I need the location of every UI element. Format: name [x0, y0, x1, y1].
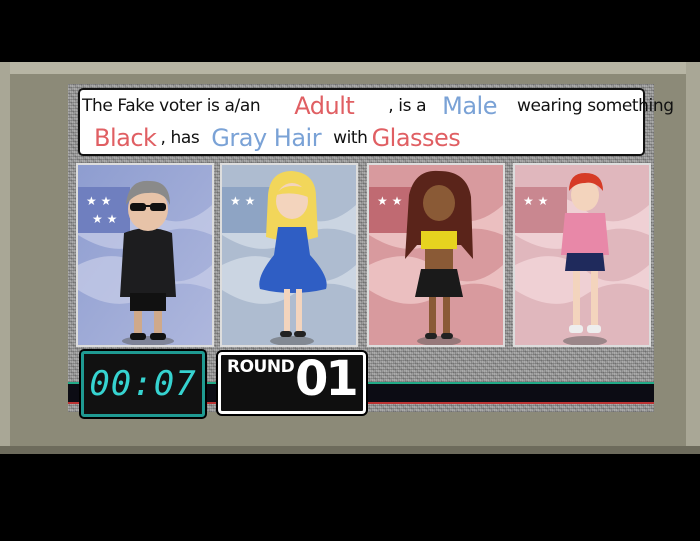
svg-text:★ ★: ★ ★ [377, 194, 402, 208]
countdown-timer: 00:07 [81, 351, 205, 417]
tv-frame-bevel-right [686, 62, 700, 454]
candidate-card-1[interactable]: ★ ★ ★ ★ [76, 163, 214, 347]
candidate-card-2[interactable]: ★ ★ [220, 163, 358, 347]
clue-accessory: Glasses [371, 124, 461, 152]
candidate-card-3[interactable]: ★ ★ [367, 163, 505, 347]
svg-text:★ ★: ★ ★ [86, 194, 111, 208]
gray-hair-sunglasses-man-icon: ★ ★ ★ ★ [78, 165, 212, 345]
clue-color: Black [94, 124, 157, 152]
round-indicator: ROUND 01 [218, 351, 366, 414]
clue-gender: Male [442, 92, 497, 120]
tv-frame-bevel-top [0, 62, 700, 74]
redhead-girl-pink-sweater-icon: ★ ★ [515, 165, 649, 345]
timer-value: 00:07 [89, 364, 197, 404]
clue-line-2: Black , has Gray Hair with Glasses [80, 122, 643, 154]
clue-age: Adult [294, 92, 355, 120]
tv-frame-bevel-left [0, 62, 10, 454]
clue-suffix: wearing something [516, 96, 674, 116]
svg-text:★ ★: ★ ★ [523, 194, 548, 208]
svg-text:★ ★: ★ ★ [230, 194, 255, 208]
dreadlocks-woman-yellow-top-icon: ★ ★ [369, 165, 503, 345]
clue-line-1: The Fake voter is a/an Adult , is a Male… [80, 90, 674, 122]
round-label: ROUND [227, 357, 295, 377]
clue-prefix: The Fake voter is a/an [82, 96, 261, 116]
clue-mid-with: with [333, 128, 368, 148]
blonde-girl-blue-dress-icon: ★ ★ [222, 165, 356, 345]
svg-text:★ ★: ★ ★ [92, 212, 117, 226]
clue-hair: Gray Hair [211, 124, 322, 152]
clue-mid: , is a [388, 96, 427, 116]
round-number: 01 [295, 351, 359, 407]
candidate-card-4[interactable]: ★ ★ [513, 163, 651, 347]
tv-frame-bevel-bottom [0, 446, 700, 454]
clue-mid-has: , has [160, 128, 200, 148]
clue-bar: The Fake voter is a/an Adult , is a Male… [80, 90, 674, 154]
